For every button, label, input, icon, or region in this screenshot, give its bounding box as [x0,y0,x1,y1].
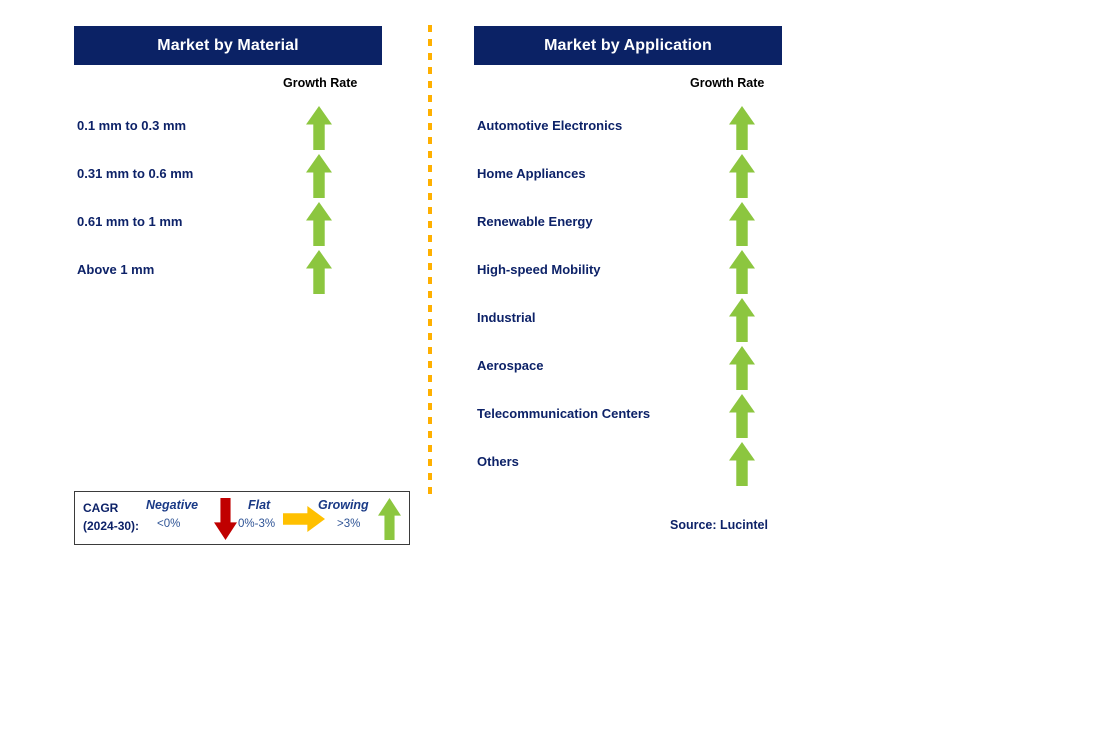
row-label: Above 1 mm [77,262,155,277]
table-row: 0.61 mm to 1 mm [74,200,382,248]
arrow-up-icon [306,250,332,294]
legend-value-flat: 0%-3% [238,518,276,530]
table-row: Automotive Electronics [474,104,782,152]
table-row: Others [474,440,782,488]
arrow-up-icon [729,298,755,342]
panel-title-market-by-material: Market by Material [74,26,382,65]
table-row: High-speed Mobility [474,248,782,296]
panel-title-market-by-application: Market by Application [474,26,782,65]
arrow-down-icon [214,498,237,540]
table-row: Above 1 mm [74,248,382,296]
row-label: 0.1 mm to 0.3 mm [77,118,187,133]
row-label: Renewable Energy [477,214,593,229]
arrow-up-icon [729,346,755,390]
legend-title: CAGR (2024-30): [83,499,139,535]
arrow-up-icon [306,106,332,150]
table-row: 0.1 mm to 0.3 mm [74,104,382,152]
legend-title-line1: CAGR [83,501,119,515]
arrow-up-icon [729,154,755,198]
arrow-up-icon [729,394,755,438]
cagr-legend: CAGR (2024-30): Negative <0% Flat 0%-3% … [74,491,410,545]
arrow-up-icon [729,202,755,246]
table-row: Aerospace [474,344,782,392]
arrow-up-icon [729,250,755,294]
legend-term-negative: Negative [146,498,199,512]
row-label: Home Appliances [477,166,586,181]
table-row: Renewable Energy [474,200,782,248]
legend-term-flat: Flat [248,498,271,512]
row-label: Aerospace [477,358,544,373]
row-label: Automotive Electronics [477,118,623,133]
table-row: Home Appliances [474,152,782,200]
column-header-growth-rate: Growth Rate [283,76,358,90]
legend-value-growing: >3% [337,518,361,530]
arrow-up-icon [378,498,401,540]
row-label: Others [477,454,519,469]
legend-value-negative: <0% [157,518,181,530]
legend-term-growing: Growing [318,498,369,512]
table-row: 0.31 mm to 0.6 mm [74,152,382,200]
row-label: Industrial [477,310,536,325]
row-label: Telecommunication Centers [477,406,651,421]
arrow-up-icon [729,442,755,486]
column-header-growth-rate: Growth Rate [690,76,765,90]
source-note: Source: Lucintel [670,518,768,532]
row-label: High-speed Mobility [477,262,601,277]
row-label: 0.61 mm to 1 mm [77,214,183,229]
table-row: Industrial [474,296,782,344]
arrow-up-icon [306,202,332,246]
arrow-up-icon [729,106,755,150]
row-label: 0.31 mm to 0.6 mm [77,166,194,181]
vertical-dashed-divider [428,25,432,497]
legend-title-line2: (2024-30): [83,519,140,533]
table-row: Telecommunication Centers [474,392,782,440]
arrow-up-icon [306,154,332,198]
